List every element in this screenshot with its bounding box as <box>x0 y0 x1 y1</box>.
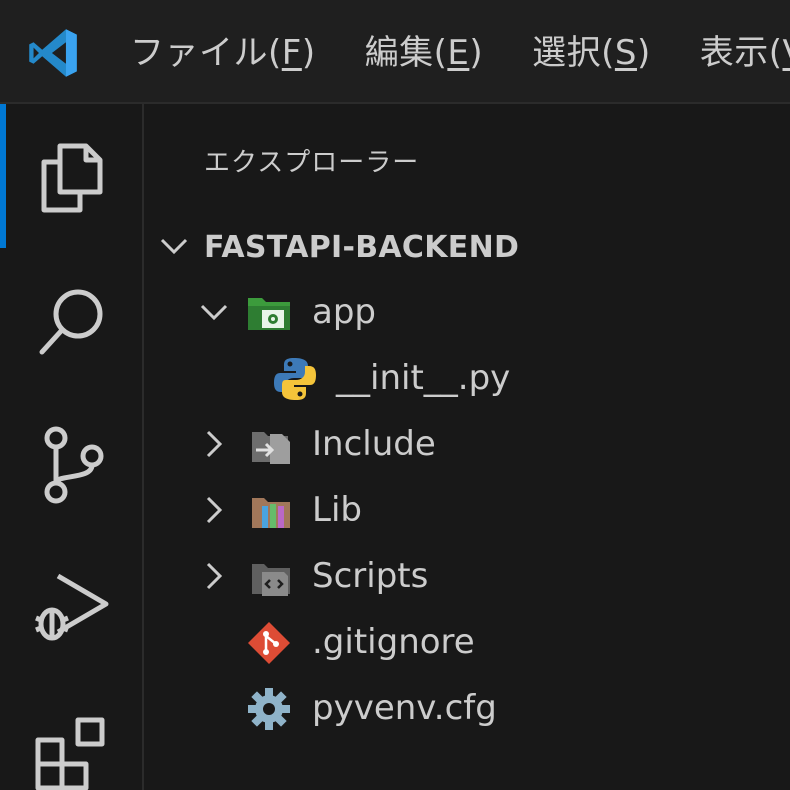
gear-icon <box>248 688 290 730</box>
search-icon[interactable] <box>30 280 114 364</box>
tree-item-pyvenv-cfg[interactable]: pyvenv.cfg <box>144 676 790 740</box>
chevron-right-icon[interactable] <box>198 560 230 592</box>
tree-item-gitignore[interactable]: .gitignore <box>144 610 790 674</box>
chevron-down-icon[interactable] <box>198 296 230 328</box>
vscode-window: ファイル(F) 編集(E) 選択(S) 表示(V) <box>0 0 790 790</box>
explorer-icon[interactable] <box>30 136 114 220</box>
extensions-icon[interactable] <box>30 712 114 790</box>
tree-item-label: app <box>312 292 376 332</box>
workspace-root-label: FASTAPI-BACKEND <box>204 230 520 265</box>
title-bar: ファイル(F) 編集(E) 選択(S) 表示(V) <box>0 0 790 104</box>
git-icon <box>248 622 290 664</box>
run-debug-icon[interactable] <box>30 568 114 652</box>
vscode-logo-icon[interactable] <box>26 26 80 80</box>
tree-item-label: .gitignore <box>312 622 475 662</box>
tree-item-label: Lib <box>312 490 362 530</box>
workspace-root[interactable]: FASTAPI-BACKEND <box>144 214 790 278</box>
tree-item-label: __init__.py <box>336 358 511 398</box>
chevron-down-icon[interactable] <box>158 230 190 262</box>
python-icon <box>274 358 316 400</box>
folder-scripts-icon <box>252 564 290 596</box>
folder-lib-icon <box>252 498 290 528</box>
menu-selection[interactable]: 選択(S) <box>532 28 651 78</box>
active-indicator <box>0 104 6 248</box>
tree-item-scripts[interactable]: Scripts <box>144 544 790 608</box>
source-control-icon[interactable] <box>30 424 114 508</box>
menu-bar: ファイル(F) 編集(E) 選択(S) 表示(V) <box>130 28 790 78</box>
tree-item-label: Scripts <box>312 556 429 596</box>
tree-item-init-py[interactable]: __init__.py <box>144 346 790 410</box>
menu-edit[interactable]: 編集(E) <box>365 28 484 78</box>
activity-bar <box>0 104 144 790</box>
tree-item-label: pyvenv.cfg <box>312 688 497 728</box>
chevron-right-icon[interactable] <box>198 494 230 526</box>
menu-file[interactable]: ファイル(F) <box>130 28 316 78</box>
folder-include-icon <box>252 432 290 464</box>
tree-item-include[interactable]: Include <box>144 412 790 476</box>
menu-view[interactable]: 表示(V) <box>700 28 790 78</box>
chevron-right-icon[interactable] <box>198 428 230 460</box>
tree-item-label: Include <box>312 424 436 464</box>
tree-item-lib[interactable]: Lib <box>144 478 790 542</box>
tree-item-app[interactable]: app <box>144 280 790 344</box>
explorer-panel: エクスプローラー FASTAPI-BACKEND app __init__.py… <box>144 104 790 790</box>
panel-title: エクスプローラー <box>204 148 420 178</box>
folder-app-icon <box>248 298 290 330</box>
